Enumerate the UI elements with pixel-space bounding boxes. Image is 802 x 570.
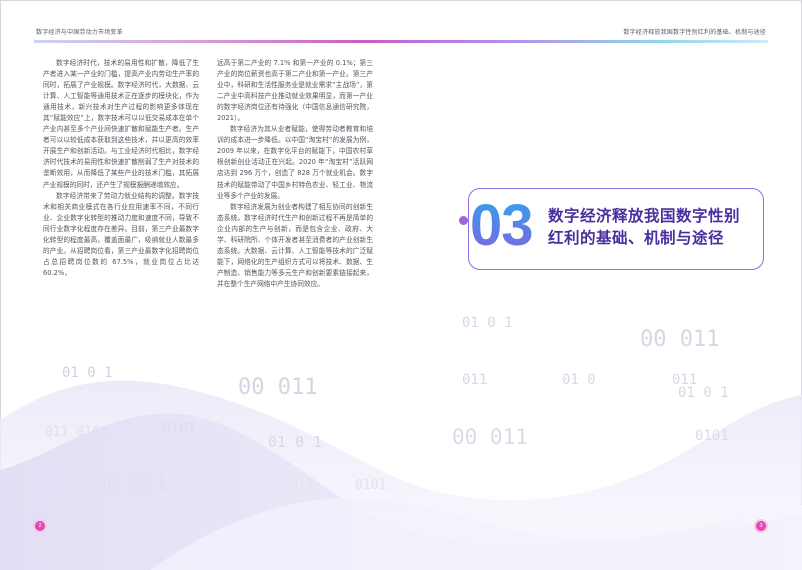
page-number-right: 3 [756,521,766,531]
paragraph: 数字经济为其从业者赋能，使得劳动者教育和培训的成本进一步降低。以中国“淘宝村”的… [217,125,374,200]
binary-digits-decoration: 00 011 [95,472,168,496]
paragraph: 数字经济发展为创业者构建了相互协同的创新生态系统。数字经济时代生产和创新过程不再… [217,202,374,288]
binary-digits-decoration: 00 011 [238,375,318,400]
binary-digits-decoration: 00 011 [452,425,528,449]
binary-digits-decoration: 01 0 1 [268,433,323,451]
card-accent-dot [459,216,468,225]
section-title-line: 红利的基础、机制与途径 [548,229,725,247]
binary-digits-decoration: 01 0 1 [462,315,513,331]
binary-digits-decoration: 011 0101 [45,425,108,440]
body-text-column-left: 数字经济时代，技术的易用性和扩散，降低了生产者进入某一产业的门槛，提高产业内劳动… [43,58,199,279]
body-text-column-right: 远高于第二产业的 7.1% 和第一产业的 0.1%；第三产业的岗位薪资也高于第二… [217,58,373,290]
binary-digits-decoration: 0101 [162,421,196,437]
section-title: 数字经济释放我国数字性别 红利的基础、机制与途径 [548,205,758,249]
header-gradient-rule [34,40,768,43]
paragraph: 远高于第二产业的 7.1% 和第一产业的 0.1%；第三产业的岗位薪资也高于第二… [217,59,374,123]
binary-digits-decoration: 011 [290,478,314,493]
binary-digits-decoration: 01 0 1 [62,365,113,381]
paragraph: 数字经济时代，技术的易用性和扩散，降低了生产者进入某一产业的门槛，提高产业内劳动… [43,59,200,189]
binary-digits-decoration: 0101 [695,428,729,444]
paragraph: 数字经济带来了劳动力就业结构的调整。数字技术和相关商业模式在各行业应用速率不同，… [43,191,200,277]
running-head-left: 数字经济与中国劳动力市场变革 [36,29,123,36]
binary-digits-decoration: 01 0 1 [678,385,729,401]
section-title-line: 数字经济释放我国数字性别 [548,207,741,225]
binary-digits-decoration: 0101 [355,478,387,493]
binary-digits-decoration: 01 0 [562,372,596,388]
binary-digits-decoration: 00 011 [640,327,720,352]
binary-digits-decoration: 011 [462,372,488,388]
running-head-right: 数字经济释放我国数字性别红利的基础、机制与途径 [623,29,766,36]
page-number-left: 2 [35,521,45,531]
section-number: 03 [470,190,540,260]
